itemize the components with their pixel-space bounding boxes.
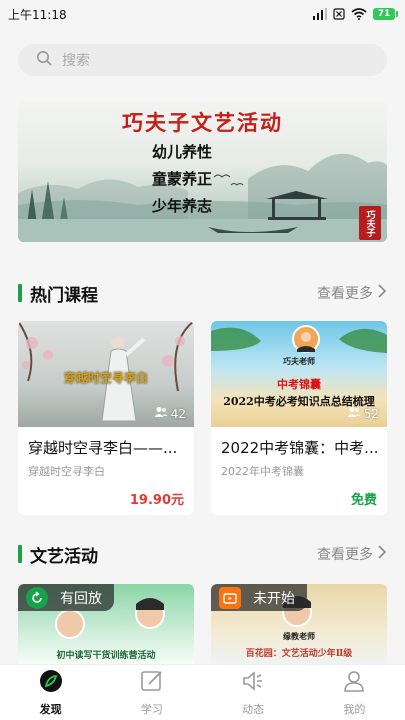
course-price: 免费 <box>350 493 377 508</box>
tab-label: 发现 <box>39 703 62 716</box>
no-sim-icon <box>333 8 345 20</box>
course-price: 19.90元 <box>129 493 184 508</box>
users-icon <box>154 406 168 421</box>
views-number: 52 <box>363 406 379 421</box>
activity-card[interactable]: 有回放 初中读写干货训练营活动 <box>18 584 194 664</box>
section-accent-bar <box>18 545 22 563</box>
course-title: 2022中考锦囊：中考... <box>221 439 379 457</box>
speaker-icon <box>240 668 266 697</box>
tab-label: 学习 <box>140 703 163 716</box>
section-title-art-activities: 文艺活动 <box>30 546 98 567</box>
banner-line-3: 少年养志 <box>152 197 213 215</box>
activity-status-badge: 未开始 <box>211 584 307 611</box>
tab-discover[interactable]: 发现 <box>0 665 101 720</box>
course-card[interactable]: 巧夫老师 中考锦囊 2022中考必考知识点总结梳理 52 2022中考锦囊：中考… <box>211 321 387 515</box>
course-subtitle: 2022年中考锦囊 <box>221 465 304 478</box>
art-activities-header: 文艺活动 查看更多 <box>18 541 387 567</box>
tv-icon <box>219 586 241 609</box>
thumb-caption: 穿越时空寻李白 <box>63 371 148 385</box>
section-accent-bar <box>18 284 22 302</box>
banner-title: 巧夫子文艺活动 <box>122 110 283 135</box>
more-label: 查看更多 <box>317 547 373 563</box>
compass-icon <box>38 668 64 697</box>
chevron-right-icon <box>377 545 387 563</box>
thumb-teacher: 缘教老师 <box>283 631 315 641</box>
tab-label: 我的 <box>343 703 366 716</box>
course-subtitle: 穿越时空寻李白 <box>28 465 105 478</box>
edit-icon <box>139 668 165 697</box>
course-thumbnail: 穿越时空寻李白 42 <box>18 321 194 427</box>
tab-study[interactable]: 学习 <box>101 665 202 720</box>
search-input[interactable]: 搜索 <box>18 44 387 76</box>
users-icon <box>347 406 361 421</box>
activity-status-label: 未开始 <box>253 590 295 607</box>
thumb-teacher: 巧夫老师 <box>283 356 315 366</box>
hot-courses-header: 热门课程 查看更多 <box>18 280 387 306</box>
bottom-tab-bar: 发现 学习 动态 我的 <box>0 664 405 720</box>
thumb-caption-1: 中考锦囊 <box>277 378 321 391</box>
banner-line-2: 童蒙养正 <box>152 170 213 188</box>
status-time: 上午11:18 <box>8 7 67 22</box>
course-thumbnail: 巧夫老师 中考锦囊 2022中考必考知识点总结梳理 52 <box>211 321 387 427</box>
status-icons: 71 <box>313 8 398 20</box>
thumb-caption: 初中读写干货训练营活动 <box>56 651 156 661</box>
signal-icon <box>313 8 327 20</box>
battery-icon: 71 <box>373 8 398 20</box>
activity-status-badge: 有回放 <box>18 584 114 611</box>
chevron-right-icon <box>377 284 387 302</box>
activity-status-label: 有回放 <box>60 590 102 607</box>
hot-courses-more-link[interactable]: 查看更多 <box>317 283 387 303</box>
tab-profile[interactable]: 我的 <box>304 665 405 720</box>
course-card[interactable]: 穿越时空寻李白 42 穿越时空寻李白——... 穿越时空寻李白 19.90元 <box>18 321 194 515</box>
views-count: 52 <box>347 406 379 421</box>
banner-line-1: 幼儿养性 <box>152 143 213 161</box>
activity-card[interactable]: 未开始 缘教老师 百花园：文艺活动少年Ⅱ级 <box>211 584 387 664</box>
user-icon <box>341 668 367 697</box>
tab-label: 动态 <box>242 703 265 716</box>
replay-icon <box>26 586 48 609</box>
search-placeholder: 搜索 <box>62 53 90 69</box>
views-count: 42 <box>154 406 186 421</box>
banner-seal: 巧夫子 <box>359 206 381 240</box>
course-title: 穿越时空寻李白——... <box>28 439 178 457</box>
more-label: 查看更多 <box>317 286 373 302</box>
art-activities-more-link[interactable]: 查看更多 <box>317 544 387 564</box>
wifi-icon <box>351 8 367 20</box>
search-icon <box>36 50 52 70</box>
section-title-hot-courses: 热门课程 <box>30 285 98 306</box>
banner[interactable]: 巧夫子文艺活动 幼儿养性 童蒙养正 少年养志 巧夫子 <box>18 101 387 242</box>
tab-feed[interactable]: 动态 <box>203 665 304 720</box>
views-number: 42 <box>170 406 186 421</box>
thumb-caption: 百花园：文艺活动少年Ⅱ级 <box>245 649 353 659</box>
status-bar: 上午11:18 71 <box>0 0 405 28</box>
